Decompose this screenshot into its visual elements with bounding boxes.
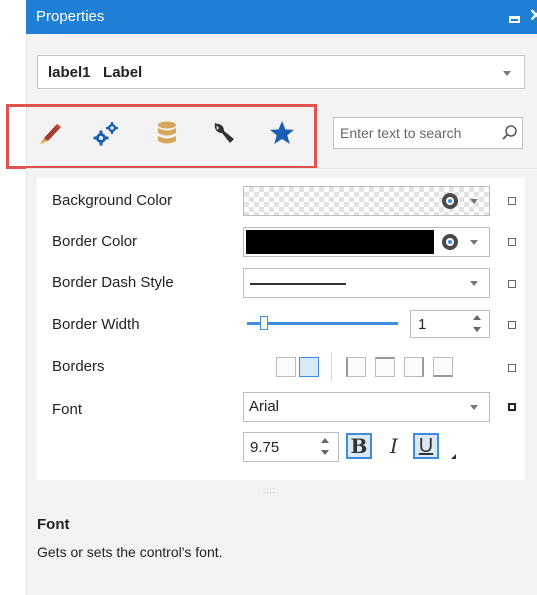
color-picker-icon[interactable] xyxy=(442,193,458,209)
tab-favorites[interactable] xyxy=(265,118,299,148)
border-width-slider-thumb[interactable] xyxy=(260,316,268,330)
close-icon[interactable]: ✕ xyxy=(529,6,537,26)
chevron-down-icon[interactable] xyxy=(470,405,478,410)
chevron-down-icon[interactable] xyxy=(470,240,478,245)
font-size-value: 9.75 xyxy=(250,439,280,456)
border-none-button[interactable] xyxy=(276,357,296,377)
expand-corner-icon[interactable] xyxy=(451,454,456,459)
maximize-icon[interactable] xyxy=(509,16,520,23)
divider xyxy=(26,168,537,169)
border-top-button[interactable] xyxy=(375,357,395,377)
border-width-spin[interactable]: 1 xyxy=(410,310,490,338)
object-selector[interactable]: label1 Label xyxy=(37,55,525,89)
font-family-editor[interactable]: Arial xyxy=(243,392,490,422)
spin-down-icon[interactable] xyxy=(473,327,481,332)
italic-button[interactable]: I xyxy=(381,433,407,459)
font-family-value: Arial xyxy=(249,398,280,415)
border-bottom-button[interactable] xyxy=(433,357,453,377)
database-icon xyxy=(158,121,176,144)
color-picker-icon[interactable] xyxy=(442,234,458,250)
wrench-icon xyxy=(214,122,234,143)
bold-button[interactable]: B xyxy=(346,433,372,459)
tab-behavior[interactable] xyxy=(90,118,124,148)
border-color-swatch xyxy=(246,230,434,254)
border-width-slider-track[interactable] xyxy=(247,322,398,325)
panel-title: Properties xyxy=(36,8,105,25)
underline-button[interactable]: U xyxy=(413,433,439,459)
panel-title-bar: Properties ✕ xyxy=(26,0,537,34)
spin-up-icon[interactable] xyxy=(473,315,481,320)
search-box[interactable] xyxy=(333,117,523,149)
border-left-button[interactable] xyxy=(346,357,366,377)
chevron-down-icon[interactable] xyxy=(503,71,511,76)
star-icon xyxy=(270,121,294,144)
solid-line-sample xyxy=(250,283,346,285)
border-right-button[interactable] xyxy=(404,357,424,377)
chevron-down-icon[interactable] xyxy=(470,199,478,204)
property-marker-icon xyxy=(508,321,516,329)
search-input[interactable] xyxy=(340,124,490,142)
splitter-grip[interactable]: :::: xyxy=(263,486,276,495)
gears-icon xyxy=(93,122,118,146)
border-width-value: 1 xyxy=(418,316,427,333)
description-text: Gets or sets the control's font. xyxy=(37,544,223,560)
tab-appearance[interactable] xyxy=(33,118,67,148)
divider xyxy=(331,352,332,382)
property-marker-icon xyxy=(508,238,516,246)
border-dash-style-editor[interactable] xyxy=(243,268,490,298)
border-all-button[interactable] xyxy=(299,357,319,377)
label-background-color: Background Color xyxy=(52,192,173,209)
font-size-spin[interactable]: 9.75 xyxy=(243,432,339,462)
tab-design[interactable] xyxy=(207,118,241,148)
spin-up-icon[interactable] xyxy=(321,438,329,443)
background-color-editor[interactable] xyxy=(243,186,490,216)
description-title: Font xyxy=(37,516,70,533)
spin-down-icon[interactable] xyxy=(321,450,329,455)
object-selector-value: label1 Label xyxy=(48,64,143,81)
property-marker-icon xyxy=(508,197,516,205)
search-icon[interactable] xyxy=(501,124,519,142)
tab-data[interactable] xyxy=(150,118,184,148)
property-marker-icon xyxy=(508,403,516,411)
label-border-dash-style: Border Dash Style xyxy=(52,274,174,291)
label-border-width: Border Width xyxy=(52,316,140,333)
chevron-down-icon[interactable] xyxy=(470,281,478,286)
label-borders: Borders xyxy=(52,358,105,375)
label-font: Font xyxy=(52,401,83,418)
label-border-color: Border Color xyxy=(52,233,138,250)
paintbrush-icon xyxy=(40,124,61,144)
property-marker-icon xyxy=(508,364,516,372)
property-marker-icon xyxy=(508,280,516,288)
border-color-editor[interactable] xyxy=(243,227,490,257)
